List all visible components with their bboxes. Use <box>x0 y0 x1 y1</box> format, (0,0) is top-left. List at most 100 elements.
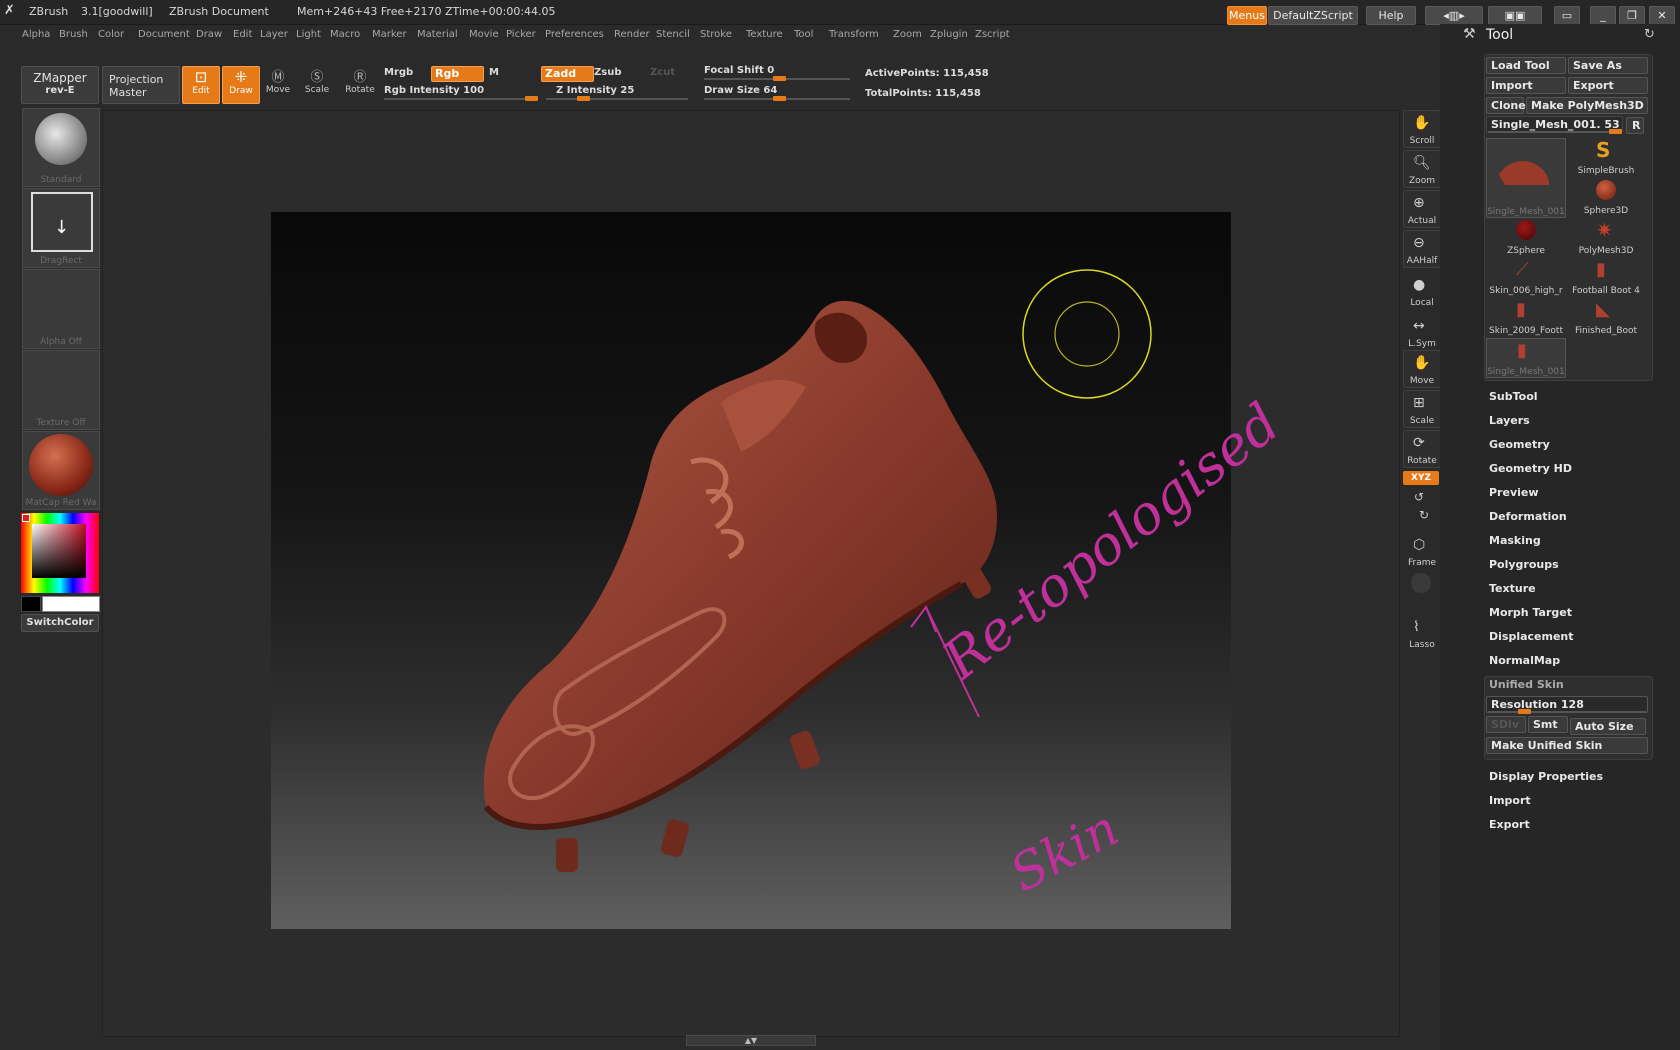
tool-polymesh3d[interactable]: ✷ PolyMesh3D <box>1566 218 1646 256</box>
rgb-button[interactable]: Rgb <box>431 66 484 82</box>
menus-button[interactable]: Menus <box>1227 6 1267 25</box>
lock-icon[interactable]: ▭ <box>1554 6 1580 25</box>
unified-skin-header[interactable]: Unified Skin <box>1489 678 1564 691</box>
m-button[interactable]: M <box>489 67 499 78</box>
section-masking[interactable]: Masking <box>1489 534 1541 547</box>
rotate-z-icon[interactable]: ↻ <box>1419 508 1429 522</box>
make-polymesh-button[interactable]: Make PolyMesh3D <box>1526 97 1648 114</box>
menu-stencil[interactable]: Stencil <box>656 29 690 40</box>
section-export[interactable]: Export <box>1489 818 1530 831</box>
material-matcap[interactable]: MatCap Red Wa <box>22 431 100 510</box>
menu-draw[interactable]: Draw <box>196 29 222 40</box>
tool-sphere3d[interactable]: Sphere3D <box>1566 178 1646 216</box>
mrgb-button[interactable]: Mrgb <box>384 67 413 78</box>
z-intensity-slider[interactable] <box>546 96 688 101</box>
menu-marker[interactable]: Marker <box>372 29 407 40</box>
aahalf-button[interactable]: ⊖ AAHalf <box>1403 230 1441 268</box>
menu-zplugin[interactable]: Zplugin <box>930 29 968 40</box>
brush-standard[interactable]: Standard <box>22 108 100 187</box>
tool-skin-2009[interactable]: ▮ Skin_2009_Foott <box>1486 298 1566 337</box>
section-geometry[interactable]: Geometry <box>1489 438 1550 451</box>
rotate-view-button[interactable]: ⟳ Rotate <box>1403 430 1441 468</box>
make-unified-skin-button[interactable]: Make Unified Skin <box>1486 737 1648 754</box>
menu-preferences[interactable]: Preferences <box>545 29 604 40</box>
focal-shift-slider[interactable] <box>704 76 850 81</box>
menu-edit[interactable]: Edit <box>233 29 252 40</box>
section-layers[interactable]: Layers <box>1489 414 1530 427</box>
rotate-button[interactable]: Ⓡ Rotate <box>343 66 377 102</box>
section-preview[interactable]: Preview <box>1489 486 1539 499</box>
bottom-tray-toggle-icon[interactable]: ▲▼ <box>686 1035 816 1046</box>
section-morph-target[interactable]: Morph Target <box>1489 606 1572 619</box>
zmapper-button[interactable]: ZMapper rev-E <box>21 66 99 104</box>
rotate-y-icon[interactable]: ↺ <box>1414 490 1424 504</box>
section-deformation[interactable]: Deformation <box>1489 510 1567 523</box>
section-subtool[interactable]: SubTool <box>1489 390 1538 403</box>
layout-arrows-icon[interactable]: ◂▥▸ <box>1425 6 1483 25</box>
menu-color[interactable]: Color <box>98 29 124 40</box>
projection-master-button[interactable]: Projection Master <box>102 66 180 104</box>
stroke-dragrect[interactable]: ↓ DragRect <box>22 188 100 268</box>
texture-off[interactable]: Texture Off <box>22 350 100 430</box>
menu-texture[interactable]: Texture <box>746 29 783 40</box>
actual-button[interactable]: ⊕ Actual <box>1403 190 1441 228</box>
restore-icon[interactable]: ❐ <box>1619 6 1645 25</box>
default-zscript-button[interactable]: DefaultZScript <box>1268 6 1358 25</box>
lsym-button[interactable]: ↔ L.Sym <box>1403 313 1441 351</box>
auto-size-button[interactable]: Auto Size <box>1570 718 1646 735</box>
alpha-off[interactable]: Alpha Off <box>22 269 100 349</box>
menu-movie[interactable]: Movie <box>469 29 499 40</box>
menu-alpha[interactable]: Alpha <box>22 29 50 40</box>
minimize-icon[interactable]: _ <box>1590 6 1616 25</box>
save-as-button[interactable]: Save As <box>1568 57 1648 74</box>
menu-render[interactable]: Render <box>614 29 650 40</box>
viewport[interactable]: Re-topologised Skin <box>271 212 1291 929</box>
section-displacement[interactable]: Displacement <box>1489 630 1574 643</box>
primary-color-swatch[interactable] <box>42 596 100 612</box>
frame-button[interactable]: ⬡ Frame <box>1403 532 1441 570</box>
close-icon[interactable]: ✕ <box>1649 6 1675 25</box>
tool-skin-006[interactable]: ⟋ Skin_006_high_r <box>1486 258 1566 297</box>
color-picker[interactable] <box>21 513 99 593</box>
local-button[interactable]: ● Local <box>1403 272 1441 310</box>
menu-layer[interactable]: Layer <box>260 29 288 40</box>
menu-macro[interactable]: Macro <box>330 29 360 40</box>
zadd-button[interactable]: Zadd <box>541 66 594 82</box>
tool-football-boot[interactable]: ▮ Football Boot 4 <box>1566 258 1646 297</box>
section-normalmap[interactable]: NormalMap <box>1489 654 1560 667</box>
menu-zscript[interactable]: Zscript <box>975 29 1010 40</box>
clone-button[interactable]: Clone <box>1486 97 1526 114</box>
scale-view-button[interactable]: ⊞ Scale <box>1403 390 1441 428</box>
lasso-button[interactable]: ⌇ Lasso <box>1403 614 1441 652</box>
menu-picker[interactable]: Picker <box>506 29 536 40</box>
section-polygroups[interactable]: Polygroups <box>1489 558 1559 571</box>
zoom-button[interactable]: 🔍︎ Zoom <box>1403 150 1441 188</box>
draw-size-slider[interactable] <box>704 96 850 101</box>
move-button[interactable]: Ⓜ Move <box>263 66 293 102</box>
tool-single-mesh-active[interactable]: Single_Mesh_001 <box>1486 138 1566 218</box>
tool-simplebrush[interactable]: S SimpleBrush <box>1566 138 1646 176</box>
tool-slider[interactable] <box>1488 129 1622 134</box>
section-texture[interactable]: Texture <box>1489 582 1536 595</box>
scale-button[interactable]: Ⓢ Scale <box>302 66 332 102</box>
menu-transform[interactable]: Transform <box>829 29 879 40</box>
tool-finished-boot[interactable]: ◣ Finished_Boot <box>1566 298 1646 337</box>
sdiv-button[interactable]: SDiv <box>1486 716 1526 733</box>
layout-toggle-icon[interactable]: ▣▣ <box>1488 6 1542 25</box>
tool-zsphere[interactable]: ZSphere <box>1486 218 1566 256</box>
rgb-intensity-slider[interactable] <box>384 96 538 101</box>
switchcolor-button[interactable]: SwitchColor <box>21 614 99 632</box>
secondary-color-swatch[interactable] <box>21 596 41 612</box>
import-tool-button[interactable]: Import <box>1486 77 1566 94</box>
section-geometry-hd[interactable]: Geometry HD <box>1489 462 1572 475</box>
menu-tool[interactable]: Tool <box>794 29 813 40</box>
transp-icon[interactable] <box>1411 573 1431 593</box>
edit-button[interactable]: ⊡ Edit <box>182 66 220 104</box>
move-view-button[interactable]: ✋ Move <box>1403 350 1441 388</box>
menu-stroke[interactable]: Stroke <box>700 29 732 40</box>
export-tool-button[interactable]: Export <box>1568 77 1648 94</box>
r-button[interactable]: R <box>1626 117 1644 134</box>
menu-zoom[interactable]: Zoom <box>893 29 922 40</box>
smt-button[interactable]: Smt <box>1528 716 1568 733</box>
menu-brush[interactable]: Brush <box>59 29 88 40</box>
